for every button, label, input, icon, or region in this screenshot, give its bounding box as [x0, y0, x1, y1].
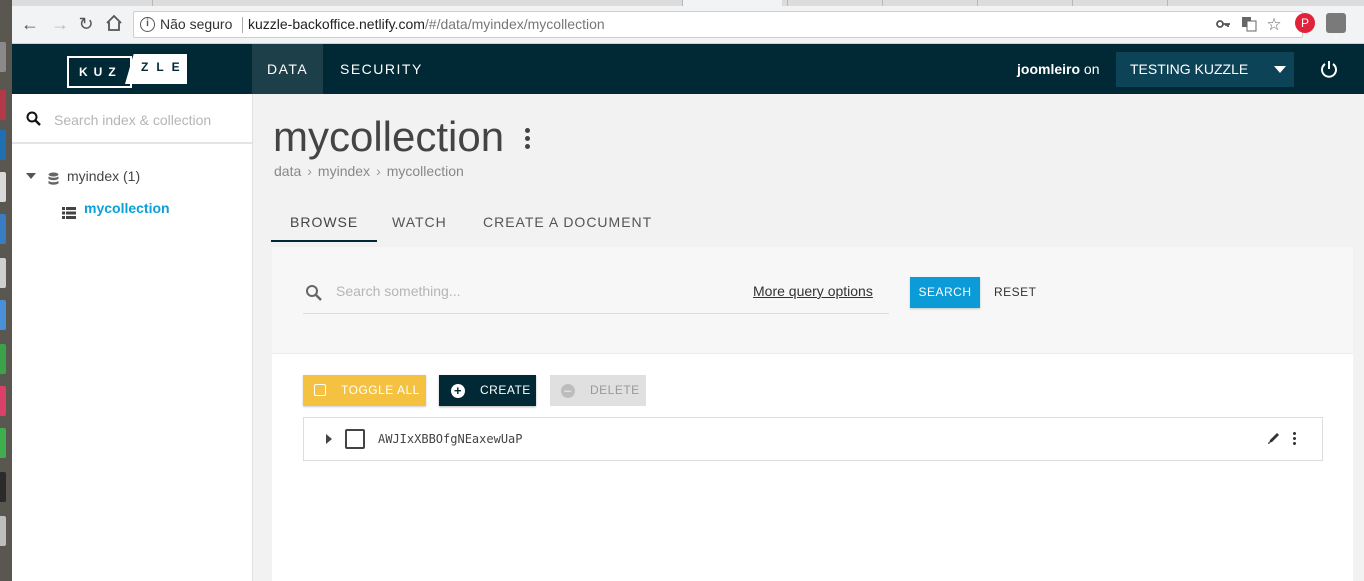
dock-app-icon[interactable]: [0, 428, 6, 458]
caret-down-icon[interactable]: [26, 173, 36, 179]
info-icon[interactable]: i: [140, 17, 155, 32]
dock-app-icon[interactable]: [0, 214, 6, 244]
sidebar: Search index & collection myindex (1) my…: [12, 94, 253, 581]
power-icon[interactable]: [1318, 58, 1340, 80]
document-row[interactable]: AWJIxXBBOfgNEaxewUaP: [303, 417, 1323, 461]
page-title: mycollection: [273, 113, 505, 160]
os-dock: [0, 0, 12, 581]
dock-app-icon[interactable]: [0, 386, 6, 416]
breadcrumb-separator: ›: [376, 163, 381, 179]
dock-app-icon[interactable]: [0, 516, 6, 546]
minus-icon: –: [561, 383, 575, 398]
sidebar-search-placeholder: Search index & collection: [54, 112, 212, 128]
logo-left: KUZ: [67, 56, 132, 88]
dock-app-icon[interactable]: [0, 172, 6, 202]
dock-launcher-icon[interactable]: [0, 42, 6, 72]
user-name: joomleiro: [1017, 61, 1081, 77]
key-icon[interactable]: [1214, 16, 1232, 34]
dock-app-icon[interactable]: [0, 258, 6, 288]
browser-tab[interactable]: [882, 0, 972, 6]
current-user: joomleiro on: [1017, 44, 1099, 94]
logo-right: ZLE: [125, 54, 187, 84]
delete-button[interactable]: – DELETE: [550, 375, 646, 406]
url-host: kuzzle-backoffice.netlify.com: [248, 16, 425, 32]
tab-watch[interactable]: WATCH: [373, 210, 466, 242]
browser-tab[interactable]: [1167, 0, 1257, 6]
browser-tab[interactable]: [682, 0, 782, 6]
address-bar[interactable]: i Não seguro kuzzle-backoffice.netlify.c…: [133, 11, 1303, 38]
extension-icon[interactable]: [1326, 13, 1346, 33]
reload-icon[interactable]: ↻: [76, 14, 96, 34]
nav-data[interactable]: DATA: [252, 44, 324, 94]
main-content: mycollection data › myindex › mycollection B…: [253, 94, 1364, 581]
tab-browse[interactable]: BROWSE: [271, 210, 378, 242]
home-icon[interactable]: [104, 14, 124, 34]
search-button[interactable]: SEARCH: [910, 277, 980, 308]
more-query-options-link[interactable]: More query options: [753, 280, 873, 302]
translate-icon[interactable]: [1240, 16, 1258, 34]
forward-arrow-icon[interactable]: →: [50, 14, 70, 34]
collection-label: mycollection: [84, 200, 170, 216]
create-button[interactable]: + CREATE: [439, 375, 536, 406]
dock-app-icon[interactable]: [0, 472, 6, 502]
search-placeholder: Search something...: [336, 283, 461, 299]
browse-panel: Search something... More query options S…: [272, 247, 1353, 581]
browser-chrome: ← → ↻ i Não seguro kuzzle-backoffice.net…: [12, 0, 1364, 44]
kuzzle-logo[interactable]: KUZ ZLE: [67, 54, 187, 88]
security-status: Não seguro: [160, 16, 233, 32]
app-header: KUZ ZLE DATA SECURITY joomleiro on TESTI…: [12, 44, 1364, 94]
document-checkbox[interactable]: [345, 429, 365, 449]
list-icon: [62, 202, 76, 219]
bookmark-star-icon[interactable]: ☆: [1265, 16, 1283, 34]
reset-button[interactable]: RESET: [991, 277, 1040, 308]
url-text: kuzzle-backoffice.netlify.com/#/data/myi…: [248, 12, 605, 37]
caret-right-icon[interactable]: [326, 434, 332, 444]
search-bar: Search something... More query options S…: [272, 247, 1353, 354]
url-path: /#/data/myindex/mycollection: [424, 16, 605, 32]
toggle-all-label: TOGGLE ALL: [341, 383, 420, 397]
breadcrumb-item[interactable]: myindex: [318, 163, 370, 179]
search-icon: [305, 284, 323, 302]
browser-tab[interactable]: [977, 0, 1067, 6]
breadcrumb-separator: ›: [307, 163, 312, 179]
browser-tab[interactable]: [1072, 0, 1162, 6]
browser-tab[interactable]: [787, 0, 877, 6]
dock-app-icon[interactable]: [0, 130, 6, 160]
search-icon: [26, 111, 42, 127]
breadcrumb: data › myindex › mycollection: [274, 160, 464, 182]
browser-tab[interactable]: [152, 0, 242, 6]
plus-icon: +: [451, 384, 465, 398]
dock-app-icon[interactable]: [0, 300, 6, 330]
user-suffix: on: [1083, 61, 1100, 77]
address-separator: [242, 17, 243, 33]
database-icon: [48, 169, 59, 185]
browser-tabstrip: [12, 0, 1364, 6]
tab-create-document[interactable]: CREATE A DOCUMENT: [464, 210, 671, 242]
back-arrow-icon[interactable]: ←: [20, 14, 40, 34]
nav-security[interactable]: SECURITY: [325, 44, 438, 94]
breadcrumb-item[interactable]: data: [274, 163, 301, 179]
tree-index-myindex[interactable]: myindex (1): [12, 164, 252, 188]
breadcrumb-item: mycollection: [386, 163, 464, 179]
dock-app-icon[interactable]: [0, 344, 6, 374]
edit-icon[interactable]: [1267, 431, 1281, 445]
sidebar-search[interactable]: Search index & collection: [12, 94, 252, 144]
pinterest-icon[interactable]: P: [1295, 13, 1315, 33]
document-menu-icon[interactable]: [1293, 432, 1298, 446]
document-id: AWJIxXBBOfgNEaxewUaP: [378, 432, 523, 446]
collection-menu-icon[interactable]: [525, 128, 531, 150]
caret-down-icon: [1274, 66, 1286, 73]
create-label: CREATE: [480, 383, 531, 397]
environment-label: TESTING KUZZLE: [1130, 61, 1249, 77]
tree-collection-mycollection[interactable]: mycollection: [12, 196, 252, 220]
dock-app-icon[interactable]: [0, 90, 6, 120]
toggle-all-button[interactable]: TOGGLE ALL: [303, 375, 426, 406]
checkbox-icon: [314, 384, 326, 396]
delete-label: DELETE: [590, 383, 640, 397]
environment-select[interactable]: TESTING KUZZLE: [1116, 52, 1294, 87]
index-label: myindex (1): [67, 168, 141, 184]
